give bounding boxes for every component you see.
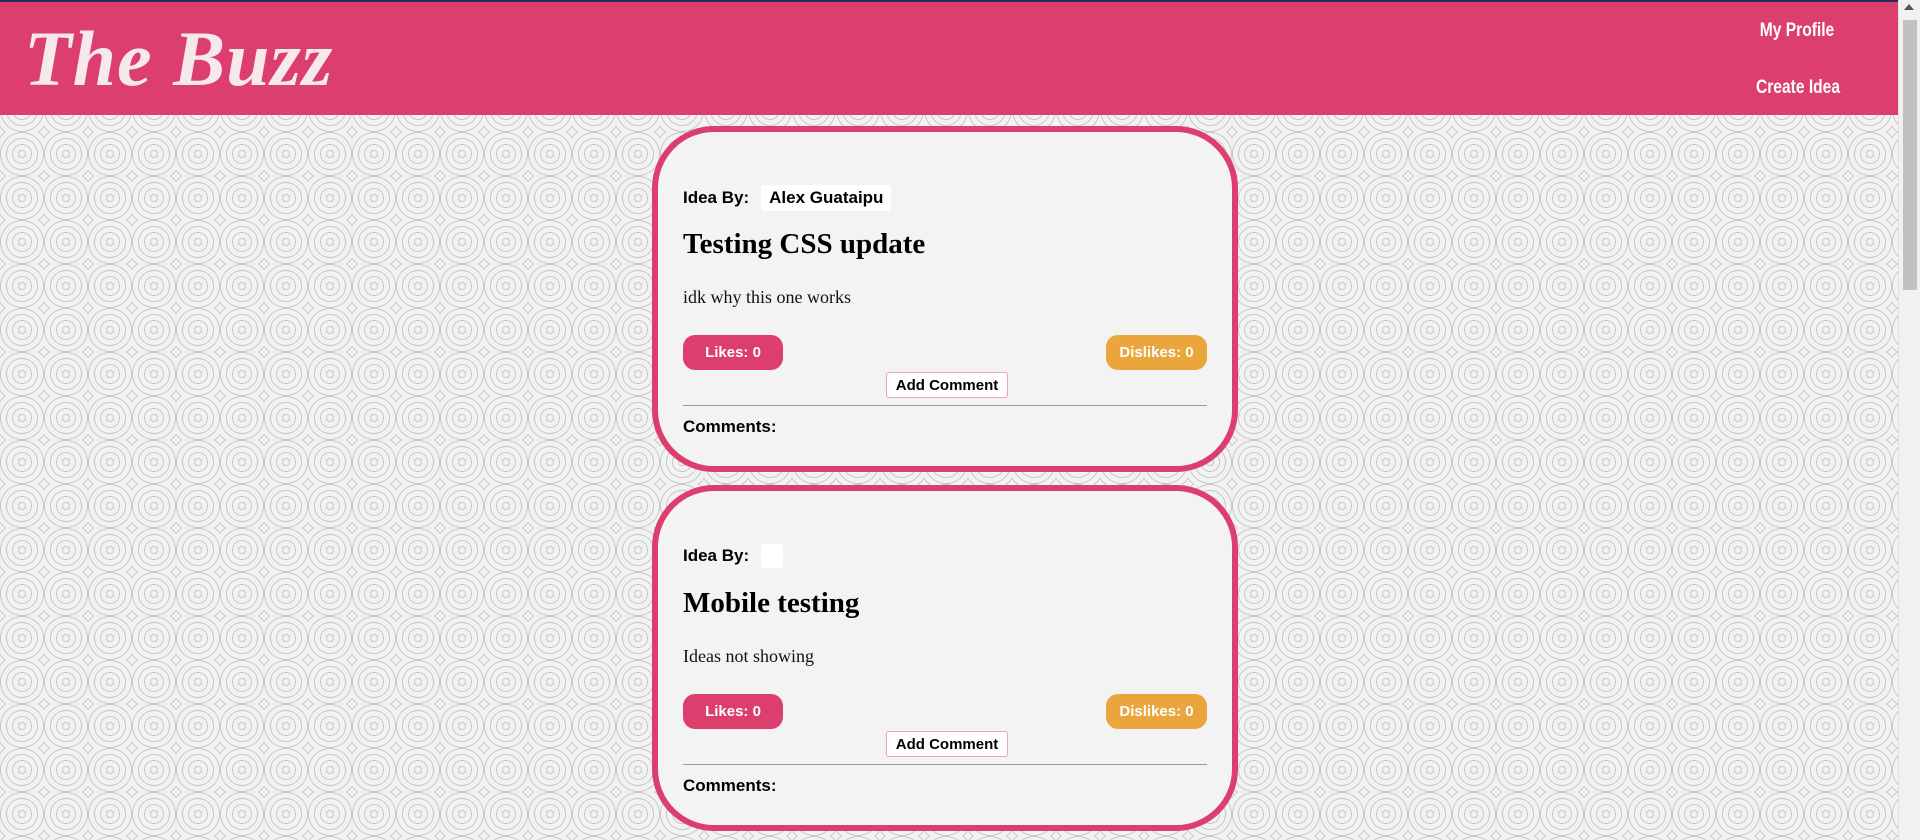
idea-title: Mobile testing bbox=[683, 587, 860, 619]
like-button[interactable]: Likes: 0 bbox=[683, 694, 783, 729]
nav-my-profile-link[interactable]: My Profile bbox=[1752, 20, 1842, 42]
scroll-up-arrow-icon[interactable] bbox=[1904, 4, 1914, 10]
comments-heading: Comments: bbox=[683, 776, 777, 795]
add-comment-button[interactable]: Add Comment bbox=[886, 731, 1008, 757]
idea-author-row: Idea By: bbox=[683, 544, 784, 568]
comments-divider bbox=[683, 405, 1207, 406]
idea-card: Idea By: Alex Guataipu Testing CSS updat… bbox=[652, 126, 1238, 472]
idea-title: Testing CSS update bbox=[683, 228, 926, 260]
site-brand-title[interactable]: The Buzz bbox=[24, 14, 333, 104]
idea-body: Ideas not showing bbox=[683, 646, 814, 666]
idea-by-label: Idea By: bbox=[683, 546, 750, 565]
comments-heading: Comments: bbox=[683, 417, 777, 436]
scrollbar-thumb[interactable] bbox=[1903, 20, 1917, 290]
idea-body: idk why this one works bbox=[683, 287, 851, 307]
top-navbar: The Buzz My Profile Create Idea bbox=[0, 2, 1898, 115]
nav-create-idea-link[interactable]: Create Idea bbox=[1752, 77, 1844, 99]
ideas-feed: Idea By: Alex Guataipu Testing CSS updat… bbox=[0, 115, 1898, 840]
dislike-button[interactable]: Dislikes: 0 bbox=[1106, 335, 1207, 370]
idea-author-row: Idea By: Alex Guataipu bbox=[683, 185, 892, 211]
idea-author-name[interactable] bbox=[761, 544, 784, 568]
like-button[interactable]: Likes: 0 bbox=[683, 335, 783, 370]
idea-by-label: Idea By: bbox=[683, 188, 750, 207]
comments-divider bbox=[683, 764, 1207, 765]
page-scrollbar[interactable] bbox=[1898, 0, 1920, 840]
dislike-button[interactable]: Dislikes: 0 bbox=[1106, 694, 1207, 729]
idea-author-name[interactable]: Alex Guataipu bbox=[761, 185, 892, 211]
idea-card: Idea By: Mobile testing Ideas not showin… bbox=[652, 485, 1238, 831]
add-comment-button[interactable]: Add Comment bbox=[886, 372, 1008, 398]
